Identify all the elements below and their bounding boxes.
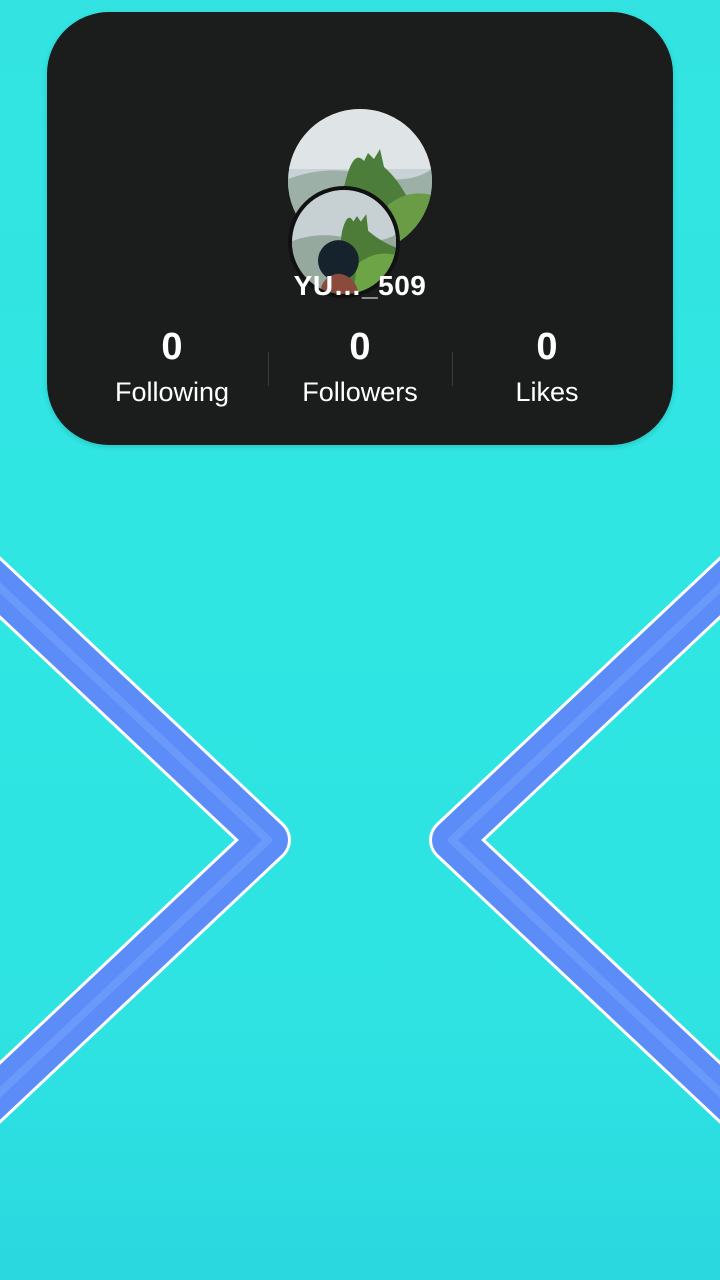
chevron-navigation [0, 550, 720, 1130]
likes-label: Likes [515, 377, 579, 407]
stat-divider [452, 352, 453, 386]
following-count: 0 [161, 326, 183, 368]
username: YU…_509 [293, 270, 427, 301]
stat-following[interactable]: 0 Following [72, 325, 272, 412]
stat-divider [268, 352, 269, 386]
stat-likes[interactable]: 0 Likes [447, 325, 647, 412]
following-label: Following [114, 377, 230, 407]
stat-followers[interactable]: 0 Followers [260, 325, 460, 412]
stats-row: 0 Following 0 Followers 0 Likes [0, 325, 720, 415]
likes-count: 0 [536, 326, 558, 368]
followers-count: 0 [349, 326, 371, 368]
followers-label: Followers [302, 377, 418, 407]
chevron-left-icon[interactable] [0, 550, 291, 1130]
chevron-right-icon[interactable] [429, 550, 720, 1130]
